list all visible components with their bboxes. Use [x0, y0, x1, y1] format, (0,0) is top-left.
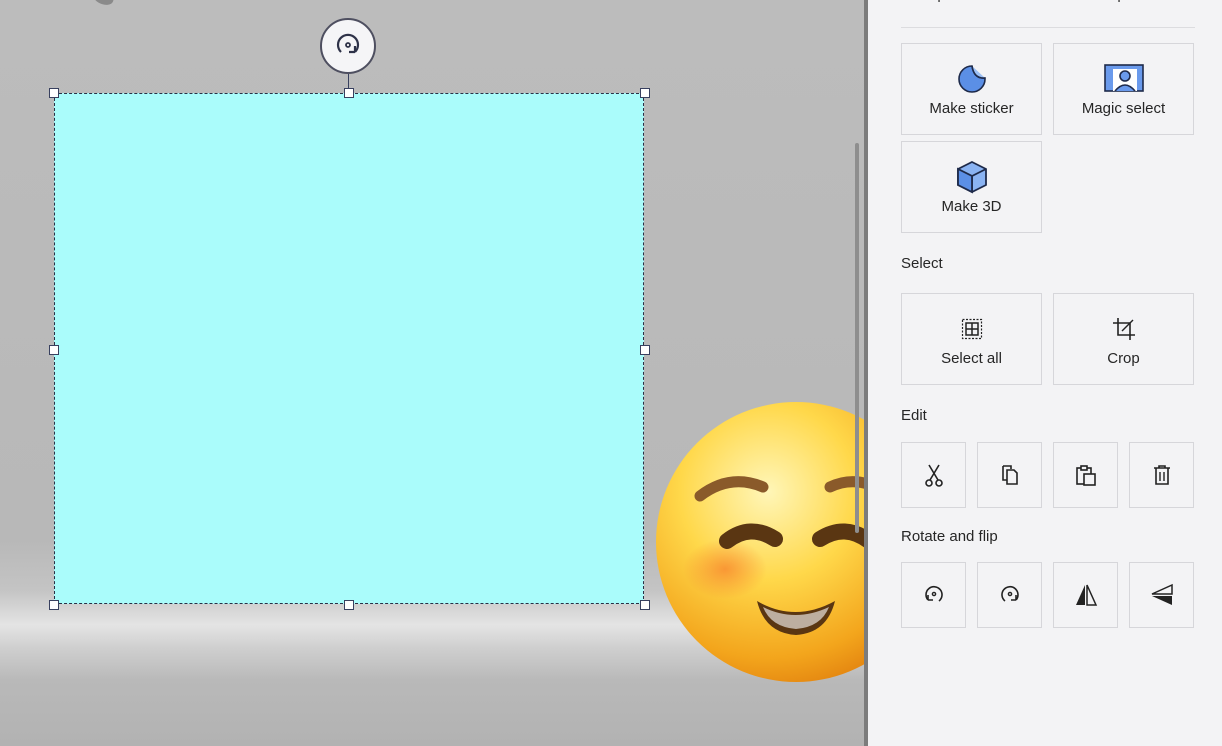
select-section-title: Select — [901, 255, 943, 272]
canvas-area[interactable] — [0, 0, 868, 746]
magic-select-button[interactable]: Magic select — [1053, 43, 1194, 135]
magic-select-label: Magic select — [1081, 99, 1166, 117]
resize-handle-bottom-left[interactable] — [49, 600, 59, 610]
panel-separator — [901, 27, 1195, 28]
smiling-emoji[interactable] — [655, 401, 868, 683]
clipped-label-2: ap — [1109, 0, 1126, 3]
resize-handle-bottom-right[interactable] — [640, 600, 650, 610]
crop-label: Crop — [1107, 349, 1140, 367]
resize-handle-left[interactable] — [49, 345, 59, 355]
paste-icon — [1075, 465, 1096, 486]
tools-panel: ap ap Make sticker M — [868, 0, 1222, 746]
select-all-button[interactable]: Select all — [901, 293, 1042, 385]
resize-handle-top-right[interactable] — [640, 88, 650, 98]
selected-rectangle[interactable] — [54, 93, 644, 604]
select-all-label: Select all — [941, 349, 1002, 367]
rotate-icon — [336, 33, 360, 54]
rotate-handle[interactable] — [320, 18, 376, 74]
magic-select-icon — [1103, 63, 1144, 92]
flip-horizontal-button[interactable] — [1053, 562, 1118, 628]
sticker-icon — [957, 64, 986, 93]
edit-section-title: Edit — [901, 407, 927, 424]
crop-button[interactable]: Crop — [1053, 293, 1194, 385]
canvas-object-fragment — [90, 0, 116, 8]
copy-button[interactable] — [977, 442, 1042, 508]
make-sticker-label: Make sticker — [929, 99, 1014, 117]
paste-button[interactable] — [1053, 442, 1118, 508]
cube-icon — [956, 160, 987, 193]
resize-handle-bottom[interactable] — [344, 600, 354, 610]
rotate-right-icon — [1000, 585, 1019, 602]
cut-icon — [924, 464, 943, 487]
copy-icon — [1001, 465, 1018, 485]
clipped-header-labels: ap ap — [901, 0, 1191, 6]
delete-button[interactable] — [1129, 442, 1194, 508]
flip-vertical-button[interactable] — [1129, 562, 1194, 628]
resize-handle-right[interactable] — [640, 345, 650, 355]
paint3d-window: ap ap Make sticker M — [0, 0, 1222, 746]
make-3d-label: Make 3D — [941, 197, 1002, 215]
make-sticker-button[interactable]: Make sticker — [901, 43, 1042, 135]
flip-horizontal-icon — [1075, 584, 1097, 606]
resize-handle-top-left[interactable] — [49, 88, 59, 98]
clipped-label-1: ap — [929, 0, 946, 3]
make-3d-button[interactable]: Make 3D — [901, 141, 1042, 233]
crop-icon — [1112, 317, 1135, 340]
select-all-icon — [961, 318, 982, 339]
rotate-right-button[interactable] — [977, 562, 1042, 628]
vertical-scrollbar[interactable] — [855, 143, 859, 533]
resize-handle-top[interactable] — [344, 88, 354, 98]
rotate-left-icon — [924, 585, 943, 602]
flip-vertical-icon — [1151, 583, 1173, 605]
rotate-flip-section-title: Rotate and flip — [901, 528, 998, 545]
delete-icon — [1153, 465, 1170, 485]
rotate-left-button[interactable] — [901, 562, 966, 628]
cut-button[interactable] — [901, 442, 966, 508]
